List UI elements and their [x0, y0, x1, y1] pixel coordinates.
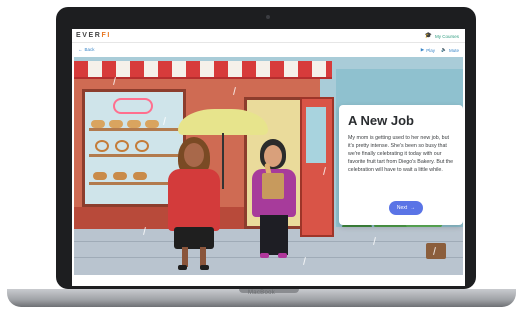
mom-leg: [200, 247, 206, 267]
striped-awning: [74, 61, 332, 79]
pretzel: [115, 140, 129, 152]
play-label: Play: [426, 47, 435, 53]
my-courses-link[interactable]: 🎓 My Courses: [425, 33, 460, 39]
story-card: A New Job My mom is getting used to her …: [339, 105, 463, 225]
umbrella: [178, 109, 268, 135]
mute-button[interactable]: 🔈 Mute: [441, 47, 459, 53]
pastry: [91, 120, 105, 128]
arrow-right-icon: →: [410, 205, 416, 211]
play-icon: ▶: [420, 47, 425, 52]
daughter-shoe: [278, 253, 287, 258]
daughter-pants: [260, 215, 288, 255]
mute-label: Mute: [448, 47, 459, 53]
logo-text-accent: FI: [101, 32, 111, 39]
speaker-icon: 🔈: [441, 47, 447, 52]
app-screen: EVERFI 🎓 My Courses ← Back ▶ Play 🔈 Mute: [72, 29, 465, 286]
pretzel: [95, 140, 109, 152]
app-header: EVERFI 🎓 My Courses: [72, 29, 465, 43]
device-brand-label: MacBook: [247, 290, 276, 296]
mom-shoe: [178, 265, 187, 270]
pastry: [93, 172, 107, 180]
graduation-cap-icon: 🎓: [424, 33, 432, 39]
arrow-left-icon: ←: [78, 47, 83, 52]
pastry: [113, 172, 127, 180]
pretzel: [135, 140, 149, 152]
window-shelf: [89, 128, 183, 131]
pastry: [127, 120, 141, 128]
card-title: A New Job: [348, 113, 414, 128]
card-body-text: My mom is getting used to her new job, b…: [348, 134, 454, 174]
daughter-shoe: [260, 253, 269, 258]
camera-dot: [266, 15, 270, 19]
next-button[interactable]: Next →: [389, 201, 423, 215]
mom-leg: [182, 247, 188, 267]
back-label: Back: [84, 47, 95, 52]
mom-red-coat: [168, 169, 220, 231]
pastry: [133, 172, 147, 180]
window-shelf: [89, 154, 183, 157]
grocery-bag: [262, 173, 284, 199]
story-illustration: A New Job My mom is getting used to her …: [74, 57, 463, 275]
everfi-logo[interactable]: EVERFI: [76, 32, 111, 39]
umbrella-pole: [222, 133, 224, 189]
my-courses-label: My Courses: [434, 33, 459, 39]
next-label: Next: [396, 205, 408, 211]
door-window: [306, 107, 326, 163]
mom-face: [184, 143, 204, 167]
plant-pot: [426, 243, 446, 259]
back-button[interactable]: ← Back: [78, 47, 95, 52]
neon-sign: [113, 98, 153, 114]
pastry: [109, 120, 123, 128]
mom-shoe: [200, 265, 209, 270]
mom-skirt: [174, 227, 214, 249]
play-button[interactable]: ▶ Play: [421, 47, 435, 53]
logo-text-main: EVER: [76, 32, 102, 39]
pastry: [145, 120, 159, 128]
lesson-toolbar: ← Back ▶ Play 🔈 Mute: [72, 43, 465, 57]
